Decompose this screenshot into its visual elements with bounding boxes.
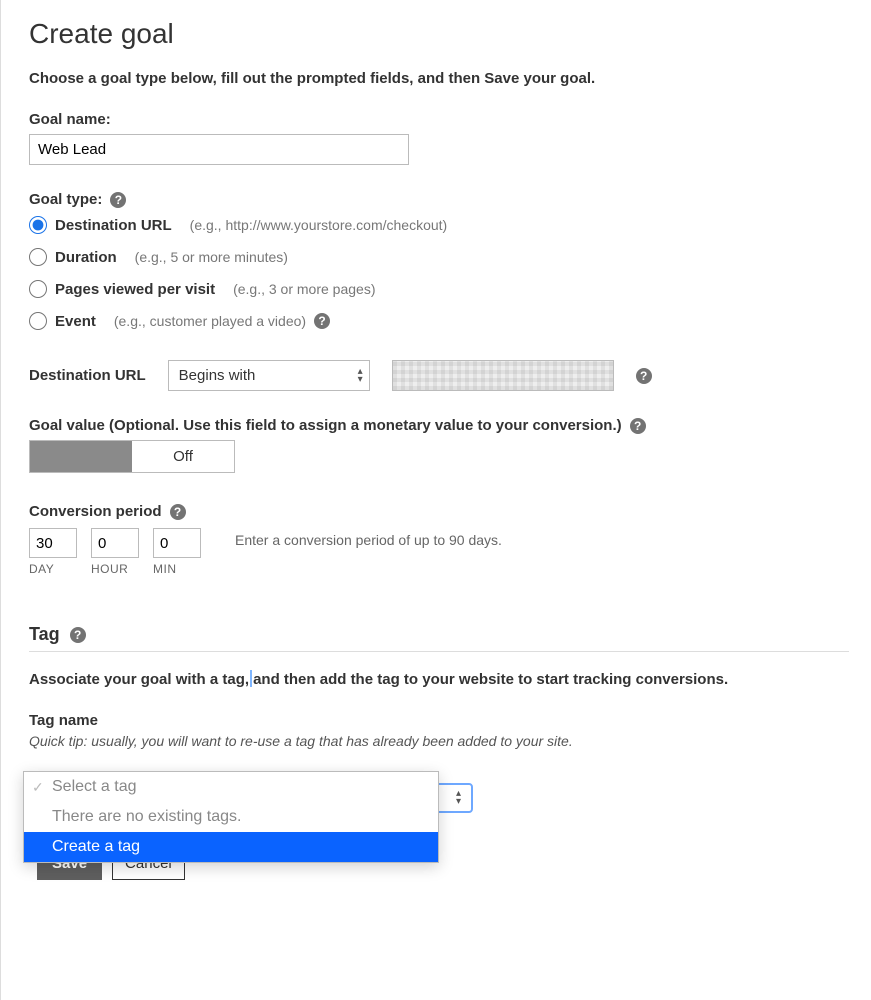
radio-duration[interactable]: [29, 248, 47, 266]
help-icon[interactable]: ?: [314, 313, 330, 329]
toggle-on-side[interactable]: [30, 441, 132, 472]
tag-dropdown-panel: Select a tag There are no existing tags.…: [23, 771, 439, 863]
match-type-select[interactable]: Begins with ▴▾: [168, 360, 370, 391]
goal-type-destination-url[interactable]: Destination URL (e.g., http://www.yourst…: [29, 216, 849, 234]
match-type-value: Begins with: [179, 367, 256, 384]
toggle-off-side[interactable]: Off: [132, 441, 234, 472]
unit-hour: HOUR: [91, 562, 128, 576]
radio-pages-viewed[interactable]: [29, 280, 47, 298]
tag-option-placeholder[interactable]: Select a tag: [24, 772, 438, 802]
conversion-day-input[interactable]: [29, 528, 77, 558]
help-icon[interactable]: ?: [170, 504, 186, 520]
destination-url-label: Destination URL: [29, 367, 146, 384]
tag-quick-tip: Quick tip: usually, you will want to re-…: [29, 733, 849, 749]
radio-hint: (e.g., http://www.yourstore.com/checkout…: [190, 217, 448, 233]
goal-name-label: Goal name:: [29, 111, 849, 128]
conversion-period-label: Conversion period: [29, 503, 162, 520]
goal-type-pages-viewed[interactable]: Pages viewed per visit (e.g., 3 or more …: [29, 280, 849, 298]
tag-associate-text: Associate your goal with a tag,and then …: [29, 670, 849, 688]
conversion-hour-input[interactable]: [91, 528, 139, 558]
radio-hint: (e.g., 5 or more minutes): [135, 249, 288, 265]
conversion-min-input[interactable]: [153, 528, 201, 558]
radio-label: Pages viewed per visit: [55, 281, 215, 298]
help-icon[interactable]: ?: [70, 627, 86, 643]
goal-type-duration[interactable]: Duration (e.g., 5 or more minutes): [29, 248, 849, 266]
radio-label: Destination URL: [55, 217, 172, 234]
unit-min: MIN: [153, 562, 177, 576]
page-subhead: Choose a goal type below, fill out the p…: [29, 70, 849, 87]
destination-url-input[interactable]: [392, 360, 614, 391]
chevron-updown-icon: ▴▾: [358, 368, 363, 384]
radio-label: Duration: [55, 249, 117, 266]
page-title: Create goal: [29, 18, 849, 50]
radio-event[interactable]: [29, 312, 47, 330]
radio-destination-url[interactable]: [29, 216, 47, 234]
unit-day: DAY: [29, 562, 54, 576]
chevron-updown-icon: ▴▾: [456, 790, 461, 806]
help-icon[interactable]: ?: [630, 418, 646, 434]
help-icon[interactable]: ?: [110, 192, 126, 208]
conversion-period-note: Enter a conversion period of up to 90 da…: [235, 528, 502, 548]
goal-type-label: Goal type:: [29, 191, 102, 208]
radio-hint: (e.g., 3 or more pages): [233, 281, 375, 297]
goal-value-toggle[interactable]: Off: [29, 440, 235, 473]
goal-value-label: Goal value (Optional. Use this field to …: [29, 417, 622, 434]
tag-heading: Tag: [29, 624, 60, 645]
radio-hint: (e.g., customer played a video): [114, 313, 306, 329]
goal-type-event[interactable]: Event (e.g., customer played a video) ?: [29, 312, 849, 330]
tag-option-create[interactable]: Create a tag: [24, 832, 438, 862]
help-icon[interactable]: ?: [636, 368, 652, 384]
tag-option-empty: There are no existing tags.: [24, 802, 438, 832]
tag-name-label: Tag name: [29, 712, 849, 729]
radio-label: Event: [55, 313, 96, 330]
goal-name-input[interactable]: [29, 134, 409, 165]
text-cursor: [250, 670, 252, 687]
